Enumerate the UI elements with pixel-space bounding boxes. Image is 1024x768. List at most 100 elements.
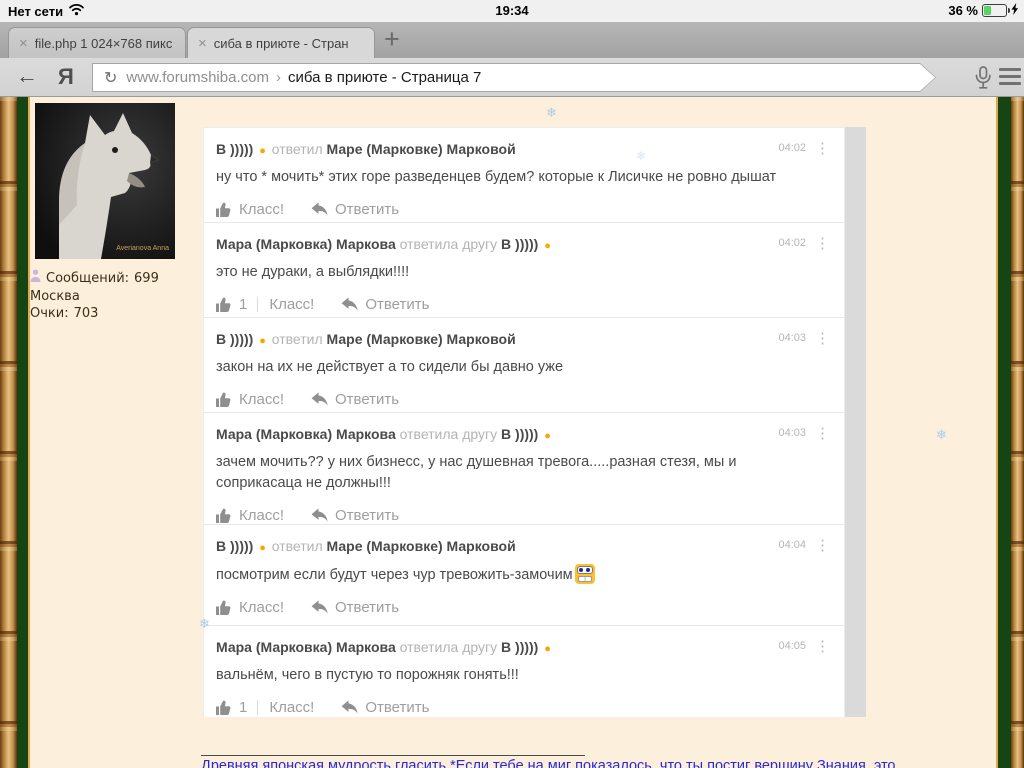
url-chevron-icon: ›: [276, 69, 281, 86]
ios-status-bar: Нет сети 19:34 36 %: [0, 0, 1024, 22]
post-menu-icon[interactable]: ⋮: [815, 637, 830, 655]
yandex-logo[interactable]: Я: [58, 64, 74, 90]
post-target-link[interactable]: В ))))): [501, 426, 538, 442]
reply-button[interactable]: Ответить: [311, 599, 399, 616]
post-menu-icon[interactable]: ⋮: [815, 424, 830, 442]
tab-file-php[interactable]: × file.php 1 024×768 пикс: [8, 27, 186, 58]
charging-bolt-icon: [1011, 3, 1019, 18]
menu-icon[interactable]: [999, 68, 1021, 89]
avatar-watermark: Averianova Anna: [116, 245, 169, 252]
post-message: зачем мочить?? у них бизнесс, у нас душе…: [216, 452, 781, 494]
reply-button[interactable]: Ответить: [311, 201, 399, 218]
scrollbar[interactable]: [845, 127, 866, 717]
online-dot-icon: ●: [544, 643, 551, 655]
like-button[interactable]: Класс!: [216, 391, 284, 408]
reload-icon[interactable]: ↻: [104, 68, 117, 88]
like-button[interactable]: Класс!: [269, 699, 314, 716]
post-action-text: ответила другу: [400, 639, 497, 655]
green-border-left: [17, 97, 28, 768]
divider: [257, 700, 258, 715]
close-tab-icon[interactable]: ×: [19, 36, 28, 51]
snowflake-icon: ❄: [546, 106, 557, 121]
tab-title: file.php 1 024×768 пикс: [35, 36, 173, 51]
snowflake-icon: ❄: [199, 617, 210, 632]
post-action-text: ответил: [272, 538, 323, 554]
post-target-link[interactable]: В ))))): [501, 639, 538, 655]
new-tab-button[interactable]: +: [384, 24, 400, 55]
post-menu-icon[interactable]: ⋮: [815, 139, 830, 157]
like-button[interactable]: Класс!: [216, 201, 284, 218]
post-menu-icon[interactable]: ⋮: [815, 536, 830, 554]
post-author-link[interactable]: Мара (Марковка) Маркова: [216, 426, 396, 442]
like-count[interactable]: 1: [239, 699, 247, 716]
post-5: В ))))) ● ответил Маре (Марковке) Марков…: [204, 525, 844, 626]
like-count[interactable]: 1: [239, 296, 247, 313]
snowflake-icon: ❄: [636, 149, 646, 163]
signature-link[interactable]: Древняя японская мудрость гласить *Если …: [201, 758, 994, 768]
post-menu-icon[interactable]: ⋮: [815, 329, 830, 347]
post-time: 04:05: [778, 640, 806, 652]
battery-icon: [982, 4, 1007, 17]
user-avatar[interactable]: Averianova Anna: [35, 103, 175, 259]
post-4: Мара (Марковка) Маркова ответила другу В…: [204, 413, 844, 525]
forum-page: Averianova Anna Сообщений: 699 Москва Оч…: [0, 97, 1024, 768]
browser-tab-bar: × file.php 1 024×768 пикс × сиба в приют…: [0, 22, 1024, 58]
online-dot-icon: ●: [259, 335, 266, 347]
tab-title: сиба в приюте - Стран: [214, 36, 349, 51]
snowflake-icon: ❄: [936, 428, 947, 443]
browser-toolbar: ← Я ↻ www.forumshiba.com › сиба в приюте…: [0, 58, 1024, 97]
post-3: В ))))) ● ответил Маре (Марковке) Марков…: [204, 318, 844, 413]
user-info: Сообщений: 699 Москва Очки: 703: [30, 269, 159, 323]
address-bar[interactable]: ↻ www.forumshiba.com › сиба в приюте - С…: [92, 63, 936, 92]
url-host: www.forumshiba.com: [126, 69, 269, 86]
post-action-text: ответила другу: [400, 236, 497, 252]
post-target-link[interactable]: Маре (Марковке) Марковой: [327, 331, 516, 347]
post-time: 04:03: [778, 332, 806, 344]
close-tab-icon[interactable]: ×: [198, 36, 207, 51]
back-button[interactable]: ←: [16, 63, 38, 89]
reply-button[interactable]: Ответить: [311, 507, 399, 524]
like-button[interactable]: Класс!: [216, 599, 284, 616]
post-action-text: ответил: [272, 141, 323, 157]
clock: 19:34: [0, 3, 1024, 18]
green-border-right: [998, 97, 1011, 768]
like-button[interactable]: Класс!: [216, 507, 284, 524]
post-action-text: ответил: [272, 331, 323, 347]
post-menu-icon[interactable]: ⋮: [815, 234, 830, 252]
post-message: это не дураки, а выблядки!!!!: [216, 262, 781, 283]
post-message: ну что * мочить* этих горе разведенцев б…: [216, 167, 781, 188]
post-6: Мара (Марковка) Маркова ответила другу В…: [204, 626, 844, 718]
post-target-link[interactable]: Маре (Марковке) Марковой: [327, 538, 516, 554]
post-message: посмотрим если будут через чур тревожить…: [216, 567, 573, 583]
post-author-link[interactable]: Мара (Марковка) Маркова: [216, 639, 396, 655]
post-author-link[interactable]: В ))))): [216, 538, 253, 554]
online-dot-icon: ●: [259, 542, 266, 554]
signature-separator: [201, 755, 585, 756]
thumb-up-icon: [216, 700, 232, 715]
like-button[interactable]: Класс!: [269, 296, 314, 313]
post-time: 04:02: [778, 237, 806, 249]
post-target-link[interactable]: В ))))): [501, 236, 538, 252]
reply-button[interactable]: Ответить: [311, 391, 399, 408]
tab-shiba-forum[interactable]: × сиба в приюте - Стран: [187, 27, 375, 58]
url-page-title: сиба в приюте - Страница 7: [288, 69, 481, 86]
bamboo-border-left: [0, 97, 17, 768]
microphone-icon[interactable]: [974, 66, 992, 95]
points-label: Очки:: [30, 305, 69, 323]
post-time: 04:03: [778, 427, 806, 439]
messages-label: Сообщений:: [46, 270, 129, 288]
post-message: закон на их не действует а то сидели бы …: [216, 357, 781, 378]
post-author-link[interactable]: В ))))): [216, 141, 253, 157]
post-author-link[interactable]: В ))))): [216, 331, 253, 347]
post-1: В ))))) ● ответил Маре (Марковке) Марков…: [204, 128, 844, 223]
reply-button[interactable]: Ответить: [341, 699, 429, 716]
post-author-link[interactable]: Мара (Марковка) Маркова: [216, 236, 396, 252]
post-action-text: ответила другу: [400, 426, 497, 442]
messages-count: 699: [134, 270, 159, 288]
reply-button[interactable]: Ответить: [341, 296, 429, 313]
bamboo-border-right: [1011, 97, 1024, 768]
battery-percent: 36 %: [948, 3, 978, 18]
tab-title-fade: [344, 28, 374, 58]
post-target-link[interactable]: Маре (Марковке) Марковой: [327, 141, 516, 157]
online-dot-icon: ●: [544, 240, 551, 252]
